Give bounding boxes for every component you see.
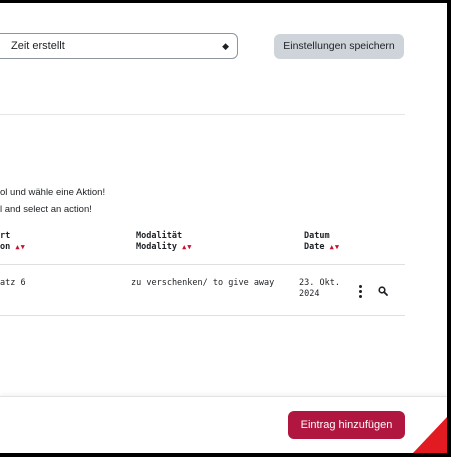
column-header-modality-de: Modalität xyxy=(136,231,183,241)
chevron-updown-icon: ◆ xyxy=(222,41,229,51)
divider xyxy=(0,114,405,115)
page: Zeit erstellt ◆ Einstellungen speichern … xyxy=(0,0,447,457)
corner-triangle-decoration xyxy=(413,417,447,453)
window-edge-top xyxy=(0,0,451,3)
sort-arrows-icon[interactable]: ▲▼ xyxy=(182,243,192,251)
cell-modality: zu verschenken/ to give away xyxy=(131,278,275,288)
sort-select-value: Zeit erstellt xyxy=(11,40,65,52)
header-separator xyxy=(0,264,405,265)
cell-place: atz 6 xyxy=(0,278,26,288)
column-header-place-de: rt xyxy=(0,231,11,241)
save-settings-button[interactable]: Einstellungen speichern xyxy=(274,34,404,59)
column-header-place-en: on xyxy=(0,242,11,252)
magnifier-icon[interactable] xyxy=(378,286,388,296)
cell-date-day: 23. Okt. xyxy=(299,278,340,288)
cell-date-year: 2024 xyxy=(299,289,320,299)
row-separator xyxy=(0,315,405,316)
instruction-german: ol und wähle eine Aktion! xyxy=(0,187,106,198)
column-header-date-de: Datum xyxy=(304,231,330,241)
column-header-modality[interactable]: Modalität Modality ▲▼ xyxy=(136,231,193,253)
column-header-modality-en: Modality xyxy=(136,242,177,252)
column-header-place[interactable]: rt on ▲▼ xyxy=(0,231,26,253)
window-edge-bottom xyxy=(0,453,451,457)
window-edge-right xyxy=(447,0,451,457)
sort-arrows-icon[interactable]: ▲▼ xyxy=(15,243,25,251)
cell-date: 23. Okt. 2024 xyxy=(299,278,340,300)
sort-select[interactable]: Zeit erstellt ◆ xyxy=(0,33,238,59)
column-header-date-en: Date xyxy=(304,242,325,252)
kebab-icon[interactable] xyxy=(357,285,363,299)
sort-arrows-icon[interactable]: ▲▼ xyxy=(330,243,340,251)
instruction-english: l and select an action! xyxy=(0,204,92,215)
add-entry-button[interactable]: Eintrag hinzufügen xyxy=(288,411,405,439)
column-header-date[interactable]: Datum Date ▲▼ xyxy=(304,231,340,253)
